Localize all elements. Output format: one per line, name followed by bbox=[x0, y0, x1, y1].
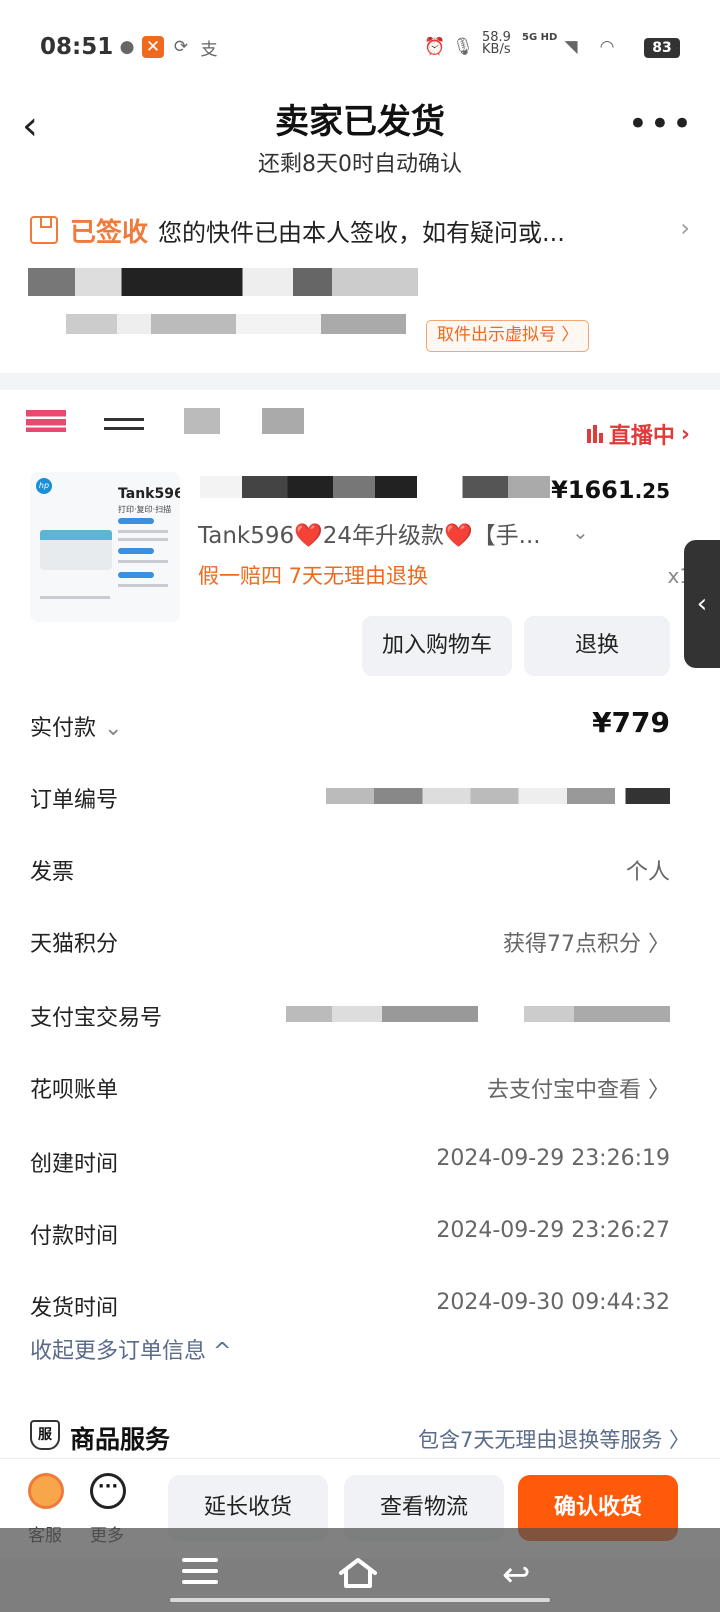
info-row-created: 创建时间 2024-09-29 23:26:19 bbox=[30, 1142, 670, 1182]
collapse-order-info[interactable]: 收起更多订单信息 ^ bbox=[30, 1333, 231, 1365]
shop-row[interactable]: 直播中 › bbox=[0, 390, 720, 460]
price-int: ¥1661 bbox=[551, 476, 635, 504]
redacted-order-number bbox=[326, 788, 670, 804]
alarm-icon: ⏰ bbox=[424, 37, 446, 57]
page-header: ‹ 卖家已发货 还剩8天0时自动确认 ••• bbox=[0, 80, 720, 190]
info-value: 2024-09-30 09:44:32 bbox=[436, 1290, 670, 1315]
home-indicator bbox=[170, 1598, 550, 1602]
info-label: 花呗账单 bbox=[30, 1078, 119, 1103]
live-label: 直播中 bbox=[608, 424, 675, 449]
info-label: 付款时间 bbox=[30, 1224, 119, 1249]
side-panel-handle[interactable]: ‹ bbox=[684, 540, 720, 668]
signal-label: 5G HD bbox=[522, 32, 558, 43]
shop-logo bbox=[26, 410, 66, 432]
info-label: 天猫积分 bbox=[30, 932, 119, 957]
info-label: 创建时间 bbox=[30, 1152, 119, 1177]
status-time: 08:51 bbox=[40, 34, 114, 60]
info-row-paid-time: 付款时间 2024-09-29 23:26:27 bbox=[30, 1214, 670, 1254]
info-label: 实付款 ⌄ bbox=[30, 710, 122, 742]
redacted-contact bbox=[66, 314, 406, 334]
live-icon bbox=[586, 425, 603, 443]
info-row-alipay-trade: 支付宝交易号 bbox=[30, 996, 670, 1036]
goods-thumbnail[interactable]: hp Tank596 打印·复印·扫描 bbox=[30, 472, 180, 622]
redacted-address bbox=[28, 268, 418, 296]
redacted-shop-name-2 bbox=[184, 408, 304, 434]
paid-label: 实付款 bbox=[30, 716, 97, 741]
battery-icon: 83 bbox=[644, 38, 680, 58]
add-to-cart-button[interactable]: 加入购物车 bbox=[362, 616, 512, 676]
wechat-icon: ● bbox=[119, 37, 135, 57]
virtual-number-button[interactable]: 取件出示虚拟号 〉 bbox=[426, 320, 590, 352]
page-title: 卖家已发货 bbox=[275, 102, 445, 142]
wifi-icon: ◠ bbox=[599, 37, 615, 57]
service-title: 商品服务 bbox=[70, 1425, 171, 1454]
thumb-line bbox=[118, 538, 168, 541]
chevron-right-icon: › bbox=[680, 214, 690, 242]
alipay-icon: 支 bbox=[200, 39, 218, 60]
chevron-right-icon: › bbox=[680, 421, 690, 447]
logistics-status: 已签收 bbox=[70, 217, 149, 248]
info-value: 获得77点积分 〉 bbox=[503, 932, 670, 957]
menu-icon[interactable] bbox=[182, 1558, 218, 1591]
thumb-feature bbox=[118, 518, 154, 524]
return-button[interactable]: 退换 bbox=[524, 616, 670, 676]
nav-back-icon[interactable]: ↩ bbox=[502, 1558, 531, 1592]
thumb-line bbox=[118, 584, 168, 587]
printer-image bbox=[40, 530, 112, 570]
status-bar: 08:51 ● ✕ ⟳ 支 ⏰ 🎙 58.9 KB/s 5G HD ◥ ◠ 83 bbox=[0, 0, 720, 80]
customer-service-icon[interactable] bbox=[28, 1473, 64, 1509]
home-icon[interactable] bbox=[338, 1556, 378, 1590]
info-value: 个人 bbox=[625, 860, 670, 885]
goods-name[interactable]: Tank596❤️24年升级款❤️【手... bbox=[198, 516, 541, 550]
more-options-icon[interactable]: ··· bbox=[90, 1473, 126, 1509]
more-icon[interactable]: ••• bbox=[628, 104, 694, 144]
redacted-alipay-trade bbox=[286, 1006, 670, 1022]
hp-logo: hp bbox=[36, 478, 52, 494]
info-label: 支付宝交易号 bbox=[30, 1006, 163, 1031]
logistics-status-row[interactable]: 已签收 您的快件已由本人签收，如有疑问或... bbox=[30, 210, 690, 250]
page-subtitle: 还剩8天0时自动确认 bbox=[258, 152, 462, 177]
info-row-points[interactable]: 天猫积分 获得77点积分 〉 bbox=[30, 922, 670, 962]
net-speed-unit: KB/s bbox=[482, 42, 511, 57]
app-icon: ✕ bbox=[142, 36, 164, 58]
thumb-sub: 打印·复印·扫描 bbox=[118, 505, 172, 514]
info-row-paid[interactable]: 实付款 ⌄ ¥779 bbox=[30, 706, 670, 746]
redacted-goods-title bbox=[200, 476, 550, 498]
thumb-feature bbox=[118, 548, 154, 554]
info-value: ¥779 bbox=[592, 706, 670, 739]
info-label: 发票 bbox=[30, 860, 75, 885]
logistics-message: 您的快件已由本人签收，如有疑问或... bbox=[158, 218, 565, 247]
info-row-shipped-time: 发货时间 2024-09-30 09:44:32 bbox=[30, 1286, 670, 1326]
sync-icon: ⟳ bbox=[173, 37, 189, 57]
service-desc: 包含7天无理由退换等服务 〉 bbox=[417, 1428, 690, 1452]
info-label: 订单编号 bbox=[30, 788, 119, 813]
thumb-model: Tank596 bbox=[118, 486, 180, 502]
shield-icon: 服 bbox=[30, 1420, 60, 1450]
thumb-feature bbox=[118, 572, 154, 578]
logistics-card[interactable]: 已签收 您的快件已由本人签收，如有疑问或... › 取件出示虚拟号 〉 bbox=[0, 190, 720, 373]
info-row-huabei[interactable]: 花呗账单 去支付宝中查看 〉 bbox=[30, 1068, 670, 1108]
redacted-shop-name bbox=[104, 414, 144, 434]
goods-tags: 假一赔四 7天无理由退换 bbox=[198, 564, 429, 588]
wifi-signal-icon: ◥ bbox=[564, 37, 578, 57]
net-speed: 58.9 KB/s bbox=[482, 31, 511, 57]
thumb-line bbox=[40, 596, 110, 599]
box-icon bbox=[30, 216, 58, 244]
chevron-down-icon: ⌄ bbox=[104, 716, 123, 741]
thumb-line bbox=[118, 530, 168, 533]
live-badge[interactable]: 直播中 › bbox=[586, 418, 690, 450]
info-value: 2024-09-29 23:26:27 bbox=[436, 1218, 670, 1243]
mic-icon: 🎙 bbox=[452, 37, 474, 57]
thumb-line bbox=[118, 560, 168, 563]
goods-price: ¥1661.25 bbox=[551, 476, 670, 504]
price-dec: .25 bbox=[634, 479, 670, 503]
chevron-down-icon[interactable]: ⌄ bbox=[572, 520, 589, 544]
info-value: 去支付宝中查看 〉 bbox=[487, 1078, 670, 1103]
info-row-invoice: 发票 个人 bbox=[30, 850, 670, 890]
info-value: 2024-09-29 23:26:19 bbox=[436, 1146, 670, 1171]
info-label: 发货时间 bbox=[30, 1296, 119, 1321]
info-row-order-number: 订单编号 bbox=[30, 778, 670, 818]
